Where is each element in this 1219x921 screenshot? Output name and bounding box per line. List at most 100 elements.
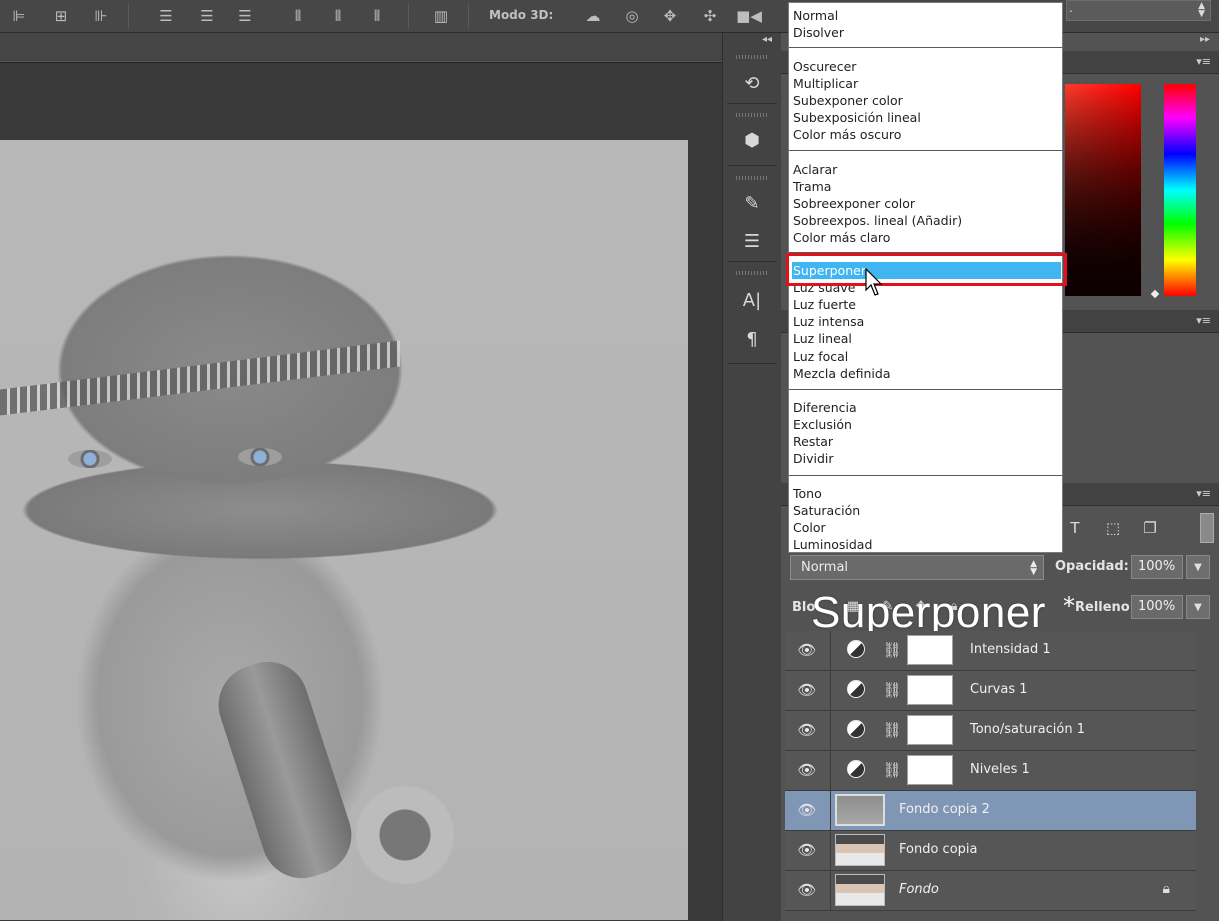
layer-row[interactable]: 👁︎ Fondo copia xyxy=(785,831,1196,871)
row-divider xyxy=(830,791,831,830)
blend-menu-item[interactable]: Dividir xyxy=(792,450,1061,467)
eye-icon[interactable]: 👁︎ xyxy=(793,641,821,659)
left-eye xyxy=(68,450,112,468)
link-icon[interactable]: ⛓︎ xyxy=(882,678,901,702)
panel-grip[interactable] xyxy=(736,271,768,275)
blend-menu-item[interactable]: Restar xyxy=(792,433,1061,450)
layer-row[interactable]: 👁︎ ⛓︎ Tono/saturación 1 xyxy=(785,711,1196,751)
layer-mask-thumbnail[interactable] xyxy=(907,675,953,705)
link-icon[interactable]: ⛓︎ xyxy=(882,718,901,742)
layer-row[interactable]: 👁︎ Fondo 🔒︎ xyxy=(785,871,1196,911)
eye-icon[interactable]: 👁︎ xyxy=(793,761,821,779)
blend-menu-item[interactable]: Subexponer color xyxy=(792,92,1061,109)
smart-object-filter-icon[interactable]: ❐ xyxy=(1139,517,1161,539)
panel-menu-icon[interactable]: ▾≡ xyxy=(1196,55,1211,68)
blend-menu-item[interactable]: Sobreexpos. lineal (Añadir) xyxy=(792,212,1061,229)
3d-icon[interactable]: ⬢ xyxy=(737,126,767,154)
scale-3d-icon[interactable]: ■◀ xyxy=(736,6,762,26)
link-icon[interactable]: ⛓︎ xyxy=(882,758,901,782)
blend-menu-item[interactable]: Luz fuerte xyxy=(792,296,1061,313)
slide-3d-icon[interactable]: ✣ xyxy=(699,6,721,26)
workspace-select[interactable]: . ▲ ▼ xyxy=(1066,0,1211,21)
brush-settings-icon[interactable]: ☰ xyxy=(737,227,767,255)
align-left-icon[interactable]: ⊫ xyxy=(8,6,30,26)
blend-menu-item[interactable]: Tono xyxy=(792,485,1061,502)
distribute-middle-icon[interactable]: ☰ xyxy=(196,6,218,26)
filter-toggle[interactable] xyxy=(1200,513,1214,543)
distribute-left-icon[interactable]: ⫴ xyxy=(287,6,309,26)
blend-menu-item[interactable]: Oscurecer xyxy=(792,58,1061,75)
opacity-input[interactable]: 100% xyxy=(1131,555,1183,579)
blend-menu-item[interactable]: Sobreexponer color xyxy=(792,195,1061,212)
fill-dropdown-icon[interactable]: ▼ xyxy=(1186,595,1210,619)
blend-menu-item[interactable]: Saturación xyxy=(792,502,1061,519)
row-divider xyxy=(830,711,831,750)
rotate-3d-icon[interactable]: ☁ xyxy=(582,6,604,26)
eye-icon[interactable]: 👁︎ xyxy=(793,881,821,899)
column-divider xyxy=(727,261,777,262)
layer-row[interactable]: 👁︎ ⛓︎ Curvas 1 xyxy=(785,671,1196,711)
blend-menu-item[interactable]: Normal xyxy=(792,7,1061,24)
blend-menu-item[interactable]: Color xyxy=(792,519,1061,536)
mouse-cursor-icon xyxy=(865,268,883,296)
eye-icon[interactable]: 👁︎ xyxy=(793,721,821,739)
panel-grip[interactable] xyxy=(736,176,768,180)
canvas-image[interactable] xyxy=(0,140,688,920)
history-icon[interactable]: ⟲ xyxy=(737,69,767,97)
blend-menu-item[interactable]: Mezcla definida xyxy=(792,365,1061,382)
blend-menu-item[interactable]: Luminosidad xyxy=(792,536,1061,553)
blend-menu-item[interactable]: Trama xyxy=(792,178,1061,195)
distribute-bottom-icon[interactable]: ☰ xyxy=(234,6,256,26)
row-divider xyxy=(830,871,831,910)
align-right-icon[interactable]: ⊪ xyxy=(90,6,112,26)
blend-menu-item[interactable]: Disolver xyxy=(792,24,1061,41)
distribute-center-icon[interactable]: ⫴ xyxy=(327,6,349,26)
shape-filter-icon[interactable]: ⬚ xyxy=(1102,517,1124,539)
mode-3d-label: Modo 3D: xyxy=(489,8,554,22)
brush-presets-icon[interactable]: ✎ xyxy=(737,189,767,217)
column-divider xyxy=(727,103,777,104)
panel-menu-icon[interactable]: ▾≡ xyxy=(1196,314,1211,327)
layer-row[interactable]: 👁︎ ⛓︎ Niveles 1 xyxy=(785,751,1196,791)
fill-input[interactable]: 100% xyxy=(1131,595,1183,619)
eye-icon[interactable]: 👁︎ xyxy=(793,801,821,819)
blend-menu-item[interactable]: Luz lineal xyxy=(792,330,1061,347)
panel-grip[interactable] xyxy=(736,55,768,59)
opacity-dropdown-icon[interactable]: ▼ xyxy=(1186,555,1210,579)
panel-grip[interactable] xyxy=(736,113,768,117)
layer-mask-thumbnail[interactable] xyxy=(907,635,953,665)
adjustment-layer-icon xyxy=(847,680,865,698)
blend-menu-item[interactable]: Diferencia xyxy=(792,399,1061,416)
blend-menu-item[interactable]: Color más claro xyxy=(792,229,1061,246)
layer-mask-thumbnail[interactable] xyxy=(907,715,953,745)
link-icon[interactable]: ⛓︎ xyxy=(882,638,901,662)
pan-3d-icon[interactable]: ✥ xyxy=(659,6,681,26)
layer-row[interactable]: 👁︎ ⛓︎ Intensidad 1 xyxy=(785,631,1196,671)
collapse-left-icon[interactable]: ◂◂ xyxy=(762,34,772,45)
roll-3d-icon[interactable]: ◎ xyxy=(621,6,643,26)
layer-name: Curvas 1 xyxy=(970,682,1028,697)
distribute-top-icon[interactable]: ☰ xyxy=(155,6,177,26)
panel-menu-icon[interactable]: ▾≡ xyxy=(1196,487,1211,500)
blend-menu-item[interactable]: Color más oscuro xyxy=(792,126,1061,143)
type-filter-icon[interactable]: T xyxy=(1064,517,1086,539)
hue-slider[interactable] xyxy=(1164,84,1196,296)
blend-mode-select[interactable]: Normal ▲ ▼ xyxy=(790,555,1044,580)
eye-icon[interactable]: 👁︎ xyxy=(793,841,821,859)
layer-mask-thumbnail[interactable] xyxy=(907,755,953,785)
layer-row-selected[interactable]: 👁︎ Fondo copia 2 xyxy=(785,791,1196,831)
blend-menu-item[interactable]: Subexposición lineal xyxy=(792,109,1061,126)
paragraph-icon[interactable]: ¶ xyxy=(737,325,767,353)
auto-align-icon[interactable]: ▥ xyxy=(430,6,452,26)
eye-icon[interactable]: 👁︎ xyxy=(793,681,821,699)
distribute-right-icon[interactable]: ⫴ xyxy=(366,6,388,26)
blend-menu-item[interactable]: Aclarar xyxy=(792,161,1061,178)
toolbar-divider xyxy=(468,4,469,28)
collapse-right-icon[interactable]: ▸▸ xyxy=(1200,34,1210,45)
blend-menu-item[interactable]: Luz intensa xyxy=(792,313,1061,330)
blend-menu-item[interactable]: Luz focal xyxy=(792,348,1061,365)
blend-menu-item[interactable]: Exclusión xyxy=(792,416,1061,433)
blend-menu-item[interactable]: Multiplicar xyxy=(792,75,1061,92)
align-center-icon[interactable]: ⊞ xyxy=(50,6,72,26)
character-icon[interactable]: A| xyxy=(737,286,767,314)
